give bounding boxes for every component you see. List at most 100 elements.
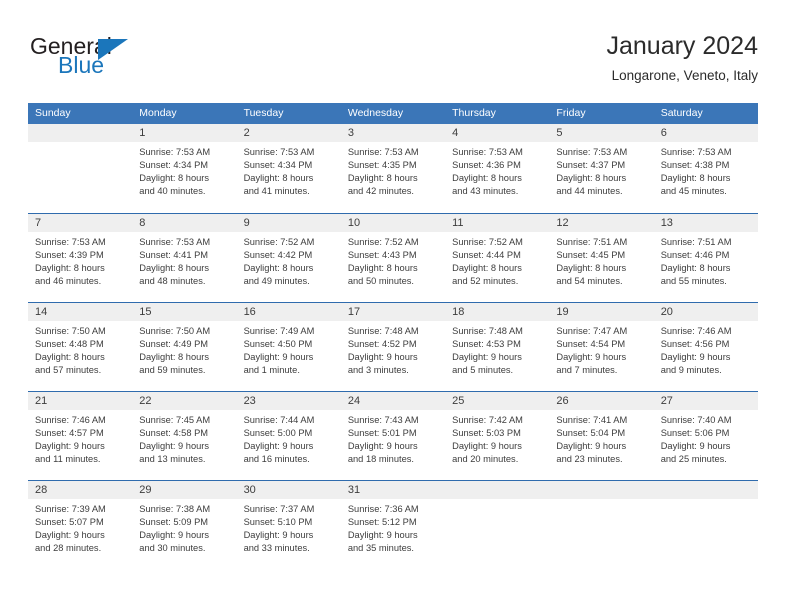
day-number-band: 16 xyxy=(236,303,341,321)
day-sun-info: Sunrise: 7:52 AM Sunset: 4:42 PM Daylight:… xyxy=(237,232,341,288)
day-number-band: 3 xyxy=(340,124,446,142)
calendar-week-row: 1 Sunrise: 7:53 AM Sunset: 4:34 PM Daylight… xyxy=(28,124,758,213)
day-info-line: Sunset: 4:48 PM xyxy=(35,339,104,350)
day-info-line: Sunset: 4:45 PM xyxy=(556,250,626,261)
day-number-band: 18 xyxy=(445,303,550,321)
day-info-line: Daylight: 9 hours xyxy=(556,441,627,452)
day-number-band: 20 xyxy=(653,303,758,321)
calendar-day-cell[interactable]: 10 Sunrise: 7:52 AM Sunset: 4:43 PM Dayligh… xyxy=(340,214,446,302)
calendar-day-cell[interactable]: 27 Sunrise: 7:40 AM Sunset: 5:06 PM Dayligh… xyxy=(653,392,758,480)
day-info-line: Sunrise: 7:50 AM xyxy=(139,326,211,336)
calendar-day-cell[interactable]: 22 Sunrise: 7:45 AM Sunset: 4:58 PM Dayligh… xyxy=(132,392,237,480)
day-number: 31 xyxy=(347,484,361,496)
day-info-line: Sunset: 5:00 PM xyxy=(243,428,313,439)
calendar-day-cell[interactable]: 11 Sunrise: 7:52 AM Sunset: 4:44 PM Dayligh… xyxy=(445,214,550,302)
day-info-line: and 54 minutes. xyxy=(556,276,623,287)
calendar-day-cell[interactable]: 24 Sunrise: 7:43 AM Sunset: 5:01 PM Dayligh… xyxy=(340,392,446,480)
calendar-day-cell[interactable]: 17 Sunrise: 7:48 AM Sunset: 4:52 PM Dayligh… xyxy=(340,303,446,391)
calendar-day-cell[interactable]: 25 Sunrise: 7:42 AM Sunset: 5:03 PM Dayligh… xyxy=(445,392,550,480)
day-number: 12 xyxy=(556,217,569,229)
day-info-line: Daylight: 8 hours xyxy=(556,263,627,274)
calendar-day-cell[interactable]: 14 Sunrise: 7:50 AM Sunset: 4:48 PM Dayligh… xyxy=(28,303,133,391)
brand-name-blue: Blue xyxy=(58,52,105,78)
weekday-header-sunday: Sunday xyxy=(35,107,71,119)
day-sun-info: Sunrise: 7:39 AM Sunset: 5:07 PM Daylight:… xyxy=(28,499,132,555)
day-info-line: Daylight: 8 hours xyxy=(452,173,522,184)
day-sun-info: Sunrise: 7:43 AM Sunset: 5:01 PM Daylight:… xyxy=(341,410,445,466)
day-sun-info: Sunrise: 7:46 AM Sunset: 4:56 PM Daylight:… xyxy=(654,321,758,377)
calendar-day-cell[interactable]: 19 Sunrise: 7:47 AM Sunset: 4:54 PM Dayligh… xyxy=(549,303,654,391)
day-number: 25 xyxy=(452,395,465,407)
day-number-band: 22 xyxy=(132,392,237,410)
day-number: 13 xyxy=(660,217,673,229)
page-header: General Blue January 2024 Longarone, Ven… xyxy=(28,30,758,92)
day-info-line: Sunrise: 7:52 AM xyxy=(452,237,523,247)
day-info-line: Sunset: 5:09 PM xyxy=(139,517,209,528)
day-info-line: Sunrise: 7:42 AM xyxy=(452,415,523,425)
calendar-day-cell[interactable]: 8 Sunrise: 7:53 AM Sunset: 4:41 PM Daylight… xyxy=(132,214,237,302)
day-number: 2 xyxy=(243,127,250,139)
day-info-line: and 45 minutes. xyxy=(660,186,727,197)
day-sun-info: Sunrise: 7:51 AM Sunset: 4:45 PM Daylight:… xyxy=(549,232,653,288)
day-sun-info: Sunrise: 7:40 AM Sunset: 5:06 PM Daylight:… xyxy=(654,410,758,466)
day-number: 10 xyxy=(347,217,361,229)
calendar-day-cell[interactable]: 13 Sunrise: 7:51 AM Sunset: 4:46 PM Dayligh… xyxy=(653,214,758,302)
calendar-day-cell[interactable]: 30 Sunrise: 7:37 AM Sunset: 5:10 PM Dayligh… xyxy=(236,481,341,569)
day-info-line: Sunrise: 7:52 AM xyxy=(347,237,419,247)
day-info-line: Sunrise: 7:43 AM xyxy=(347,415,419,425)
day-number: 23 xyxy=(243,395,256,407)
calendar-day-cell[interactable]: 18 Sunrise: 7:48 AM Sunset: 4:53 PM Dayligh… xyxy=(445,303,550,391)
day-info-line: Daylight: 8 hours xyxy=(556,173,627,184)
day-info-line: and 28 minutes. xyxy=(35,543,102,554)
calendar-day-cell[interactable]: 29 Sunrise: 7:38 AM Sunset: 5:09 PM Dayligh… xyxy=(132,481,237,569)
day-info-line: Sunrise: 7:53 AM xyxy=(243,147,315,157)
day-info-line: Daylight: 9 hours xyxy=(243,352,314,363)
calendar-day-cell[interactable]: 16 Sunrise: 7:49 AM Sunset: 4:50 PM Dayligh… xyxy=(236,303,341,391)
calendar-day-cell[interactable]: 7 Sunrise: 7:53 AM Sunset: 4:39 PM Daylight… xyxy=(28,214,133,302)
calendar-day-cell[interactable]: 12 Sunrise: 7:51 AM Sunset: 4:45 PM Dayligh… xyxy=(549,214,654,302)
calendar-day-cell[interactable]: 5 Sunrise: 7:53 AM Sunset: 4:37 PM Daylight… xyxy=(549,124,654,213)
calendar-day-cell[interactable]: 23 Sunrise: 7:44 AM Sunset: 5:00 PM Dayligh… xyxy=(236,392,341,480)
day-sun-info: Sunrise: 7:46 AM Sunset: 4:57 PM Daylight:… xyxy=(28,410,132,466)
day-info-line: Sunset: 5:01 PM xyxy=(347,428,417,439)
title-block: January 2024 Longarone, Veneto, Italy xyxy=(606,30,758,86)
day-number-band: 19 xyxy=(549,303,654,321)
day-number: 26 xyxy=(556,395,569,407)
day-info-line: Daylight: 9 hours xyxy=(347,352,418,363)
calendar-day-cell[interactable]: 6 Sunrise: 7:53 AM Sunset: 4:38 PM Daylight… xyxy=(653,124,758,213)
calendar-day-cell[interactable]: 3 Sunrise: 7:53 AM Sunset: 4:35 PM Daylight… xyxy=(340,124,446,213)
day-info-line: and 44 minutes. xyxy=(556,186,623,197)
day-info-line: Sunset: 4:38 PM xyxy=(660,160,730,171)
day-number: 22 xyxy=(139,395,152,407)
calendar-day-cell[interactable]: 31 Sunrise: 7:36 AM Sunset: 5:12 PM Dayligh… xyxy=(340,481,446,569)
day-number: 9 xyxy=(243,217,250,229)
calendar-day-cell[interactable]: 1 Sunrise: 7:53 AM Sunset: 4:34 PM Daylight… xyxy=(132,124,237,213)
day-info-line: Sunset: 4:34 PM xyxy=(243,160,313,171)
calendar-day-cell[interactable]: 4 Sunrise: 7:53 AM Sunset: 4:36 PM Daylight… xyxy=(445,124,550,213)
day-info-line: and 18 minutes. xyxy=(347,454,414,465)
day-number: 19 xyxy=(556,306,569,318)
day-sun-info: Sunrise: 7:36 AM Sunset: 5:12 PM Daylight:… xyxy=(341,499,445,555)
day-info-line: Daylight: 8 hours xyxy=(35,352,105,363)
calendar-day-cell[interactable]: 9 Sunrise: 7:52 AM Sunset: 4:42 PM Daylight… xyxy=(236,214,341,302)
day-sun-info: Sunrise: 7:44 AM Sunset: 5:00 PM Daylight:… xyxy=(237,410,341,466)
day-info-line: Sunrise: 7:38 AM xyxy=(139,504,211,514)
day-info-line: Sunset: 4:50 PM xyxy=(243,339,313,350)
day-number-band: 6 xyxy=(653,124,758,142)
day-sun-info: Sunrise: 7:48 AM Sunset: 4:52 PM Daylight:… xyxy=(341,321,445,377)
calendar-day-cell[interactable]: 28 Sunrise: 7:39 AM Sunset: 5:07 PM Dayligh… xyxy=(28,481,133,569)
calendar-day-cell[interactable]: 21 Sunrise: 7:46 AM Sunset: 4:57 PM Dayligh… xyxy=(28,392,133,480)
calendar-grid: Sunday Monday Tuesday Wednesday Thursday Frid… xyxy=(28,103,758,569)
weekday-header-friday: Friday xyxy=(556,107,586,119)
calendar-day-cell[interactable]: 26 Sunrise: 7:41 AM Sunset: 5:04 PM Dayligh… xyxy=(549,392,654,480)
day-info-line: Sunrise: 7:47 AM xyxy=(556,326,628,336)
day-info-line: Daylight: 9 hours xyxy=(452,352,522,363)
calendar-week-row: 7 Sunrise: 7:53 AM Sunset: 4:39 PM Daylight… xyxy=(28,213,758,302)
day-number: 7 xyxy=(35,217,42,229)
day-number-band: 25 xyxy=(445,392,550,410)
day-info-line: Daylight: 9 hours xyxy=(660,352,731,363)
day-info-line: Sunset: 4:56 PM xyxy=(660,339,730,350)
calendar-day-cell[interactable]: 2 Sunrise: 7:53 AM Sunset: 4:34 PM Daylight… xyxy=(236,124,341,213)
calendar-day-cell[interactable]: 15 Sunrise: 7:50 AM Sunset: 4:49 PM Dayligh… xyxy=(132,303,237,391)
calendar-day-cell[interactable]: 20 Sunrise: 7:46 AM Sunset: 4:56 PM Dayligh… xyxy=(653,303,758,391)
